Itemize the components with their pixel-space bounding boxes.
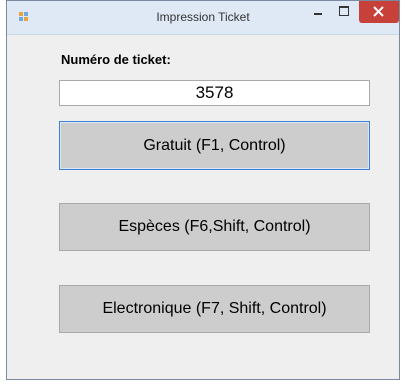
electronic-button[interactable]: Electronique (F7, Shift, Control) xyxy=(59,285,370,333)
close-icon xyxy=(373,6,384,17)
app-window: Impression Ticket Numéro de ticket: Grat… xyxy=(6,0,400,380)
title-bar[interactable]: Impression Ticket xyxy=(7,1,399,35)
ticket-number-label: Numéro de ticket: xyxy=(61,52,171,67)
cash-button[interactable]: Espèces (F6,Shift, Control) xyxy=(59,203,370,251)
form-body: Numéro de ticket: Gratuit (F1, Control) … xyxy=(7,35,399,379)
free-button[interactable]: Gratuit (F1, Control) xyxy=(59,121,370,170)
close-button[interactable] xyxy=(359,1,399,23)
maximize-button[interactable] xyxy=(332,1,356,23)
minimize-button[interactable] xyxy=(306,1,330,23)
ticket-number-input[interactable] xyxy=(59,80,370,106)
